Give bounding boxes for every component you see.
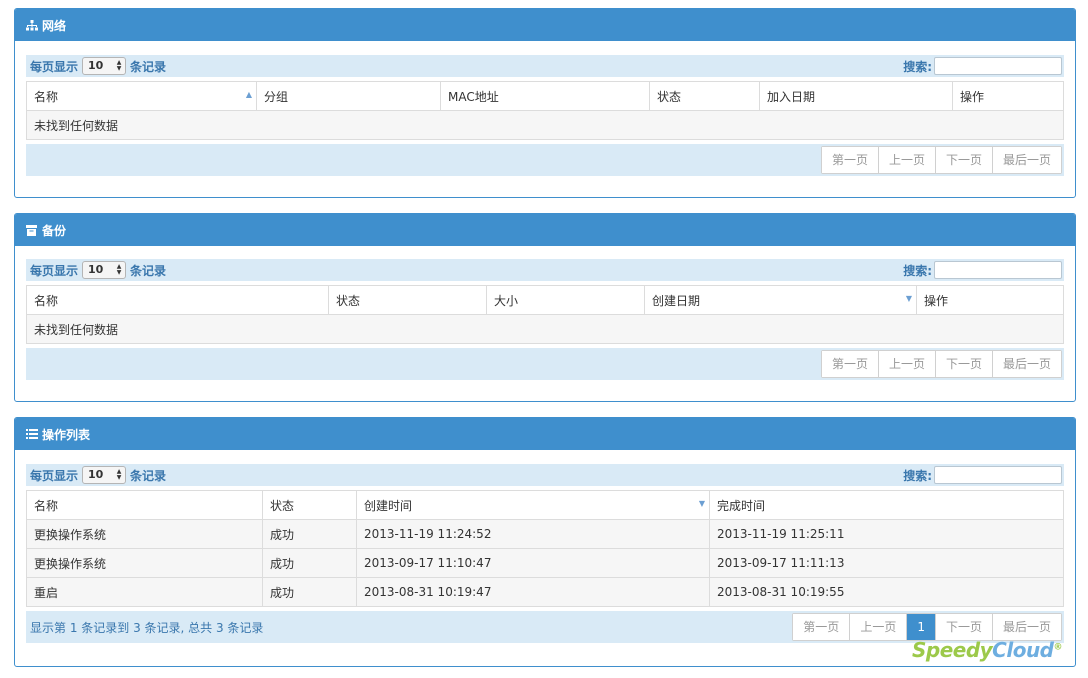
table-row: 重启 成功 2013-08-31 10:19:47 2013-08-31 10:… <box>26 577 1064 607</box>
empty-row: 未找到任何数据 <box>26 314 1064 344</box>
backup-toolbar: 每页显示 10 ▲ ▼ 条记录 搜索: <box>26 259 1064 281</box>
operations-per-page-select[interactable]: 10 ▲ ▼ <box>82 466 127 484</box>
column-header-status[interactable]: 状态 <box>262 490 357 520</box>
column-header-mac[interactable]: MAC地址 <box>440 81 650 111</box>
network-table: 名称 ▲ 分组 MAC地址 状态 加入日期 操作 未找到任何数据 <box>26 81 1064 140</box>
network-per-page-select[interactable]: 10 ▲ ▼ <box>82 57 127 75</box>
empty-row: 未找到任何数据 <box>26 110 1064 140</box>
column-header-name[interactable]: 名称 <box>26 285 329 315</box>
records-summary: 显示第 1 条记录到 3 条记录, 总共 3 条记录 <box>30 620 264 635</box>
per-page-label: 每页显示 <box>30 468 79 483</box>
backup-panel-header: 备份 <box>15 214 1075 246</box>
prev-page-button[interactable]: 上一页 <box>878 351 936 377</box>
column-header-actions: 操作 <box>952 81 1064 111</box>
network-footer: 第一页 上一页 下一页 最后一页 <box>26 144 1064 176</box>
backup-per-page-select[interactable]: 10 ▲ ▼ <box>82 261 127 279</box>
backup-table: 名称 状态 大小 创建日期 ▼ 操作 未找到任何数据 <box>26 285 1064 344</box>
operations-toolbar: 每页显示 10 ▲ ▼ 条记录 搜索: <box>26 464 1064 486</box>
network-toolbar: 每页显示 10 ▲ ▼ 条记录 搜索: <box>26 55 1064 77</box>
backup-footer: 第一页 上一页 下一页 最后一页 <box>26 348 1064 380</box>
column-header-actions: 操作 <box>916 285 1064 315</box>
operations-footer: 显示第 1 条记录到 3 条记录, 总共 3 条记录 第一页 上一页 1 下一页… <box>26 611 1064 643</box>
prev-page-button[interactable]: 上一页 <box>878 147 936 173</box>
network-pager: 第一页 上一页 下一页 最后一页 <box>820 146 1062 174</box>
table-row: 更换操作系统 成功 2013-11-19 11:24:52 2013-11-19… <box>26 519 1064 549</box>
column-header-join-date[interactable]: 加入日期 <box>759 81 953 111</box>
list-icon <box>26 428 38 440</box>
last-page-button[interactable]: 最后一页 <box>992 614 1061 640</box>
network-search-input[interactable] <box>934 57 1062 75</box>
operations-panel: 操作列表 每页显示 10 ▲ ▼ 条记录 搜索: 名称 状态 创建时间 ▼ 完成… <box>14 417 1076 667</box>
operations-panel-header: 操作列表 <box>15 418 1075 450</box>
sort-desc-icon: ▼ <box>698 499 705 508</box>
network-panel-header: 网络 <box>15 9 1075 41</box>
last-page-button[interactable]: 最后一页 <box>992 147 1061 173</box>
prev-page-button[interactable]: 上一页 <box>850 614 908 640</box>
search-label: 搜索: <box>903 263 932 278</box>
column-header-group[interactable]: 分组 <box>256 81 441 111</box>
network-panel: 网络 每页显示 10 ▲ ▼ 条记录 搜索: 名称 ▲ 分组 MAC地址 状态 … <box>14 8 1076 198</box>
sort-desc-icon: ▼ <box>905 294 912 303</box>
network-panel-title: 网络 <box>42 18 67 33</box>
operations-pager: 第一页 上一页 1 下一页 最后一页 <box>792 613 1062 641</box>
operations-search-input[interactable] <box>934 466 1062 484</box>
sitemap-icon <box>26 19 38 31</box>
operations-panel-title: 操作列表 <box>42 427 91 442</box>
per-page-label: 每页显示 <box>30 263 79 278</box>
page-1-button[interactable]: 1 <box>907 614 936 640</box>
backup-pager: 第一页 上一页 下一页 最后一页 <box>820 350 1062 378</box>
search-label: 搜索: <box>903 468 932 483</box>
last-page-button[interactable]: 最后一页 <box>992 351 1061 377</box>
backup-search-input[interactable] <box>934 261 1062 279</box>
column-header-create-date[interactable]: 创建日期 ▼ <box>644 285 917 315</box>
records-label: 条记录 <box>130 468 167 483</box>
table-row: 更换操作系统 成功 2013-09-17 11:10:47 2013-09-17… <box>26 548 1064 578</box>
records-label: 条记录 <box>130 263 167 278</box>
per-page-label: 每页显示 <box>30 59 79 74</box>
next-page-button[interactable]: 下一页 <box>935 351 993 377</box>
backup-panel-title: 备份 <box>42 223 67 238</box>
first-page-button[interactable]: 第一页 <box>821 147 879 173</box>
sort-asc-icon: ▲ <box>245 90 252 99</box>
archive-icon <box>26 224 38 236</box>
column-header-finish-time[interactable]: 完成时间 <box>709 490 1064 520</box>
next-page-button[interactable]: 下一页 <box>935 614 993 640</box>
speedycloud-logo: SpeedyCloud® <box>911 638 1063 662</box>
column-header-size[interactable]: 大小 <box>486 285 645 315</box>
column-header-create-time[interactable]: 创建时间 ▼ <box>356 490 710 520</box>
backup-panel: 备份 每页显示 10 ▲ ▼ 条记录 搜索: 名称 状态 大小 创建日期 ▼ 操… <box>14 213 1076 402</box>
column-header-status[interactable]: 状态 <box>328 285 487 315</box>
search-label: 搜索: <box>903 59 932 74</box>
select-arrows-icon: ▲ ▼ <box>116 263 122 276</box>
column-header-status[interactable]: 状态 <box>649 81 760 111</box>
next-page-button[interactable]: 下一页 <box>935 147 993 173</box>
select-arrows-icon: ▲ ▼ <box>116 468 122 481</box>
records-label: 条记录 <box>130 59 167 74</box>
column-header-name[interactable]: 名称 <box>26 490 263 520</box>
column-header-name[interactable]: 名称 ▲ <box>26 81 257 111</box>
first-page-button[interactable]: 第一页 <box>821 351 879 377</box>
operations-table: 名称 状态 创建时间 ▼ 完成时间 更换操作系统 成功 2013-11-19 11… <box>26 490 1064 607</box>
select-arrows-icon: ▲ ▼ <box>116 59 122 72</box>
first-page-button[interactable]: 第一页 <box>793 614 851 640</box>
